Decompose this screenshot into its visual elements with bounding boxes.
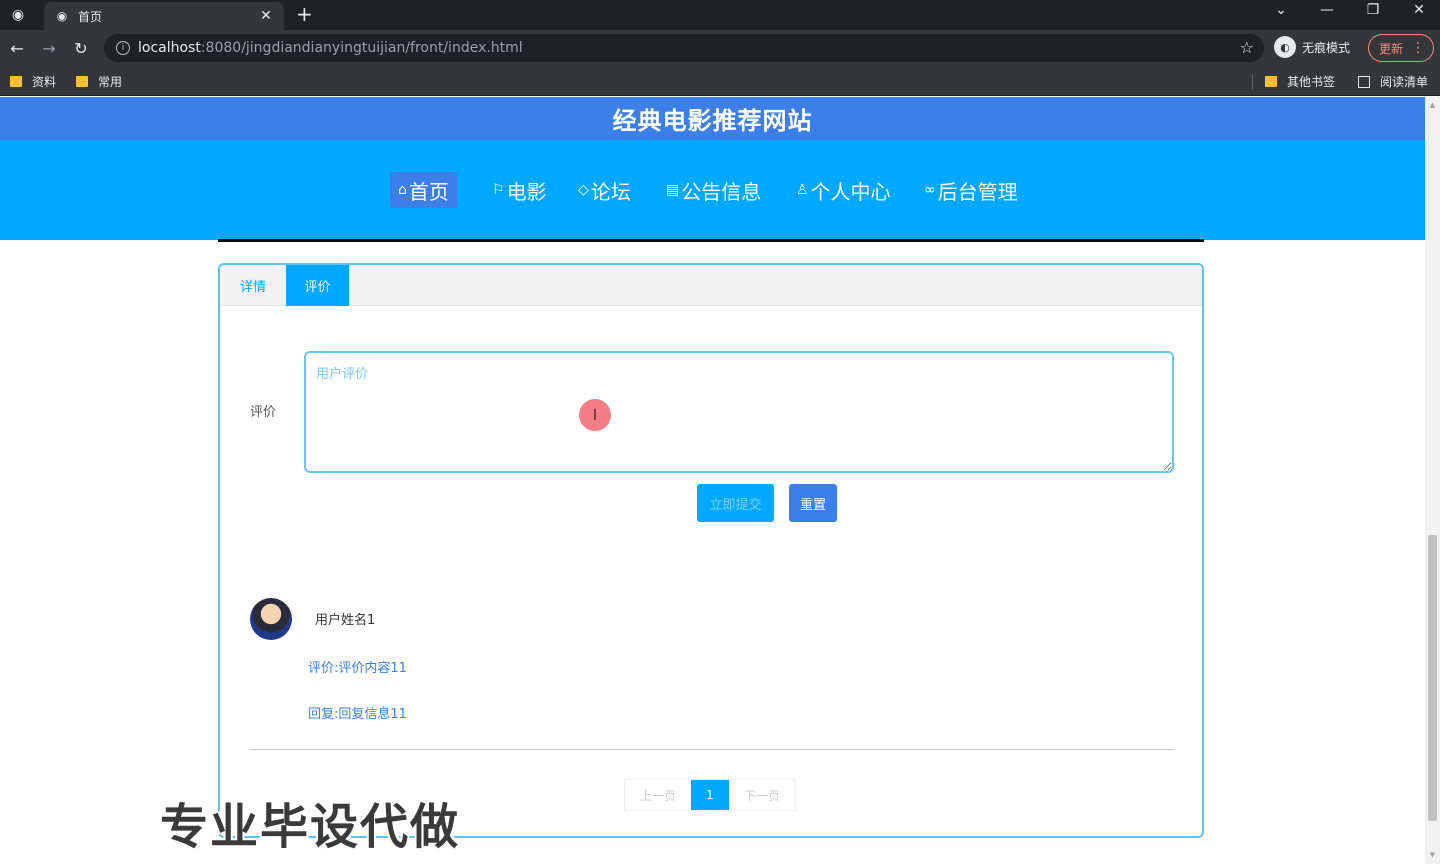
comment-reply: 回复:回复信息11 [308,707,407,722]
tab-search-icon[interactable]: ⌄ [1258,2,1304,18]
bookmarks-bar: 资料 常用 其他书签 阅读清单 [0,66,1440,96]
scroll-down-icon[interactable]: ▼ [1428,851,1437,859]
reload-icon[interactable]: ↻ [69,36,93,60]
pagination: 上一页 1 下一页 [624,779,796,811]
home-icon: ⌂ [398,182,407,198]
site-info-icon[interactable]: i [116,41,130,55]
folder-icon [76,76,88,87]
avatar [250,598,292,640]
watermark-text: 专业毕设代做 [160,799,461,855]
tab-reviews[interactable]: 评价 [286,265,349,306]
page-1-button[interactable]: 1 [691,780,729,810]
update-button[interactable]: 更新 ⋮ [1368,34,1434,62]
update-label: 更新 [1379,41,1404,56]
browser-tab-strip: ◉ ◉ 首页 ✕ + ⌄ — ❐ ✕ [0,0,1440,30]
incognito-label: 无痕模式 [1302,40,1351,55]
review-input[interactable] [304,351,1174,473]
other-bookmarks-label: 其他书签 [1287,75,1336,89]
reading-list-icon [1358,75,1370,88]
globe-icon: ◉ [56,9,68,23]
text-cursor-icon: I [579,399,611,431]
incognito-indicator[interactable]: ◐ 无痕模式 [1274,36,1350,58]
nav-label: 论坛 [590,179,631,204]
nav-forum[interactable]: ◇ 论坛 [570,172,639,208]
bookmark-label: 常用 [98,75,123,89]
nav-label: 电影 [506,179,547,204]
section-divider [218,239,1204,242]
back-icon[interactable]: ← [5,36,29,60]
tag-icon: ◇ [578,182,589,198]
notice-icon: ▤ [666,182,680,198]
bookmark-folder-ziliao[interactable]: 资料 [10,73,56,90]
close-tab-icon[interactable]: ✕ [258,8,274,24]
url-host: localhost [138,40,201,56]
main-nav: ⌂ 首页 ⚐ 电影 ◇ 论坛 ▤ 公告信息 ♙ 个人中心 ∞ 后台管理 [0,140,1425,240]
site-title: 经典电影推荐网站 [612,107,813,135]
nav-label: 个人中心 [810,179,891,204]
submit-button[interactable]: 立即提交 [697,484,774,522]
comment-divider [250,749,1174,750]
next-page-button[interactable]: 下一页 [729,780,795,810]
tab-title: 首页 [78,9,103,24]
address-bar[interactable]: i localhost:8080/jingdiandianyingtuijian… [104,34,1264,62]
bookmark-label: 资料 [32,75,57,89]
restore-icon[interactable]: ❐ [1350,2,1396,18]
nav-profile[interactable]: ♙ 个人中心 [788,172,899,208]
nav-movies[interactable]: ⚐ 电影 [484,172,555,208]
detail-panel: 详情 评价 评价 I 立即提交 重置 用户姓名1 评价:评价内容11 回复:回复… [218,263,1204,838]
minimize-icon[interactable]: — [1304,2,1350,18]
scroll-thumb[interactable] [1428,535,1437,821]
review-label: 评价 [250,405,277,420]
tab-details[interactable]: 详情 [220,265,286,306]
flag-icon: ⚐ [492,182,505,198]
panel-tab-bar: 详情 评价 [220,265,1202,306]
prev-page-button[interactable]: 上一页 [625,780,691,810]
comment-review: 评价:评价内容11 [308,661,407,676]
bookmark-folder-changyong[interactable]: 常用 [76,73,122,90]
browser-toolbar: ← → ↻ i localhost:8080/jingdiandianyingt… [0,30,1440,66]
browser-menu-icon[interactable]: ◉ [8,5,28,25]
nav-label: 后台管理 [937,179,1018,204]
nav-label: 首页 [408,179,449,204]
nav-home[interactable]: ⌂ 首页 [390,172,457,208]
site-header: 经典电影推荐网站 [0,97,1425,140]
page-viewport: 经典电影推荐网站 ⌂ 首页 ⚐ 电影 ◇ 论坛 ▤ 公告信息 ♙ 个人中心 ∞ … [0,97,1440,864]
browser-tab[interactable]: ◉ 首页 ✕ [44,2,284,30]
comment-username: 用户姓名1 [315,613,376,628]
reset-button[interactable]: 重置 [789,484,837,522]
more-menu-icon: ⋮ [1411,40,1425,56]
nav-label: 公告信息 [681,179,762,204]
scroll-up-icon[interactable]: ▲ [1428,101,1437,109]
user-icon: ♙ [796,182,809,198]
new-tab-icon[interactable]: + [296,4,313,24]
incognito-icon: ◐ [1274,36,1296,58]
reading-list-label: 阅读清单 [1380,75,1429,89]
forward-icon[interactable]: → [37,36,61,60]
url-path: :8080/jingdiandianyingtuijian/front/inde… [200,40,523,56]
link-icon: ∞ [924,182,936,198]
folder-icon [1265,76,1277,87]
nav-admin[interactable]: ∞ 后台管理 [916,172,1026,208]
bookmark-star-icon[interactable]: ☆ [1240,38,1254,57]
window-close-icon[interactable]: ✕ [1396,2,1440,18]
bookmarks-separator [1252,74,1253,90]
folder-icon [10,76,22,87]
page-scrollbar[interactable]: ▲ ▼ [1425,97,1440,864]
reading-list[interactable]: 阅读清单 [1358,73,1428,90]
other-bookmarks[interactable]: 其他书签 [1265,73,1335,90]
nav-notices[interactable]: ▤ 公告信息 [658,172,769,208]
